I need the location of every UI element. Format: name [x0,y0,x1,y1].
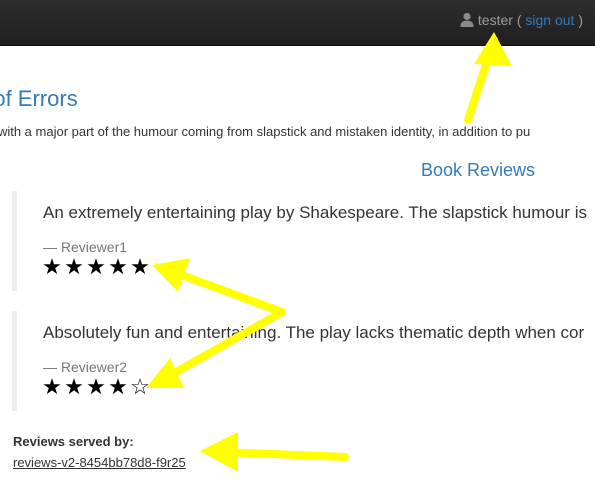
star-rating: ★ ★ ★ ★ ☆ [41,375,151,399]
annotation-arrow-served [218,448,349,461]
star-rating: ★ ★ ★ ★ ★ [41,255,151,279]
paren-open: ( [512,12,526,28]
bookinfo-page: tester ( sign out ) dy of Errors es, wit… [0,0,595,482]
star-empty-icon: ☆ [130,374,150,399]
star-filled-icon: ★ [108,374,128,399]
star-filled-icon: ★ [64,254,84,279]
review-text: Absolutely fun and entertaining. The pla… [43,323,585,342]
star-filled-icon: ★ [42,254,62,279]
paren-close: ) [574,12,583,28]
review-block: Absolutely fun and entertaining. The pla… [12,311,595,411]
product-summary: es, with a major part of the humour comi… [0,124,531,139]
star-filled-icon: ★ [86,254,106,279]
annotation-arrowhead-served [200,432,238,472]
reviewer-name: — Reviewer2 [43,359,128,375]
served-by-pod: reviews-v2-8454bb78d8-f9r25 [13,455,186,470]
star-filled-icon: ★ [42,374,62,399]
served-by-label: Reviews served by: [13,434,134,449]
review-block: An extremely entertaining play by Shakes… [12,191,595,291]
top-navbar: tester ( sign out ) [0,0,595,46]
user-icon [460,12,474,31]
username: tester [477,12,513,28]
user-status: tester ( sign out ) [460,11,583,31]
star-filled-icon: ★ [130,254,150,279]
star-filled-icon: ★ [64,374,84,399]
star-filled-icon: ★ [108,254,128,279]
star-filled-icon: ★ [86,374,106,399]
review-text: An extremely entertaining play by Shakes… [43,203,587,222]
annotation-arrow-user [464,36,498,124]
product-title: dy of Errors [0,86,78,111]
reviewer-name: — Reviewer1 [43,239,128,255]
book-reviews-heading: Book Reviews [421,160,536,180]
sign-out-link[interactable]: sign out [525,12,574,28]
